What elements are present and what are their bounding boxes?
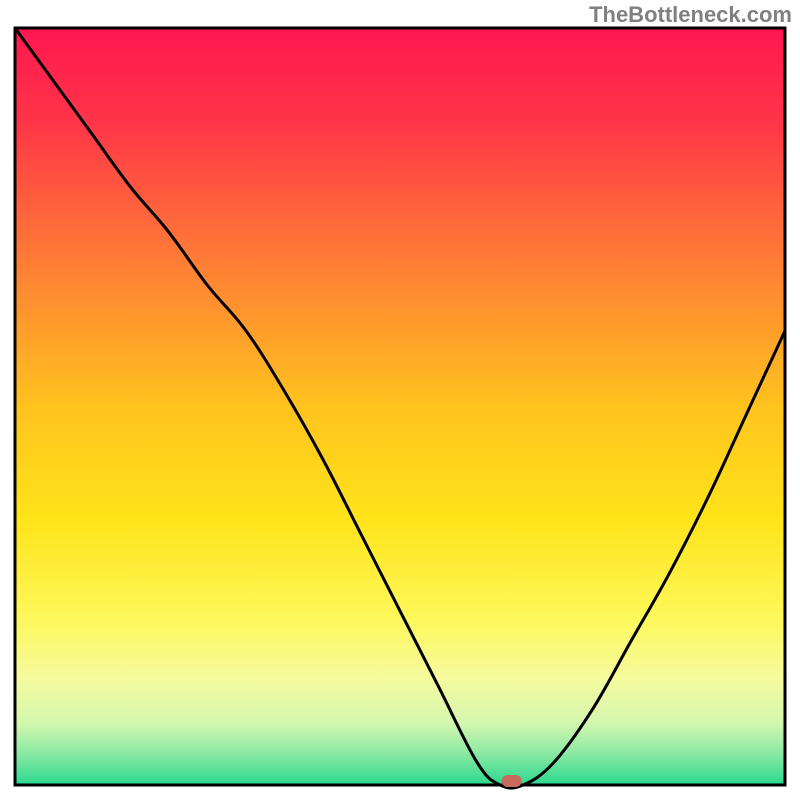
chart-container: TheBottleneck.com xyxy=(0,0,800,800)
chart-svg xyxy=(0,0,800,800)
plot-gradient xyxy=(17,30,784,784)
minimum-marker xyxy=(502,775,522,787)
attribution-text: TheBottleneck.com xyxy=(589,2,792,28)
